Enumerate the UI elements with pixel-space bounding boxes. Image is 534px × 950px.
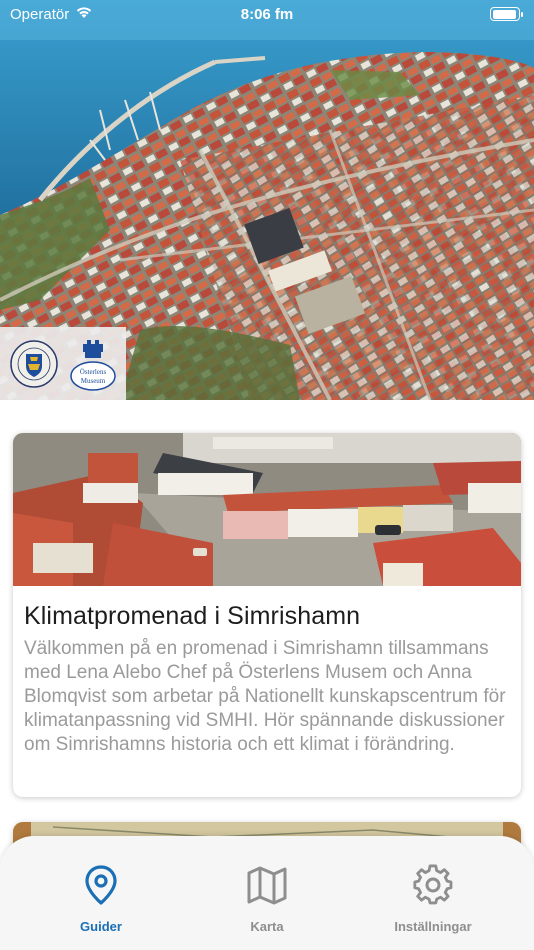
- guide-card-body: Klimatpromenad i Simrishamn Välkommen på…: [13, 586, 521, 757]
- simrishamn-seal-logo: [8, 334, 60, 394]
- guide-card-description: Välkommen på en promenad i Simrishamn ti…: [24, 638, 506, 755]
- tab-karta-label: Karta: [250, 919, 284, 934]
- wifi-icon: [75, 5, 93, 23]
- svg-text:Museum: Museum: [80, 377, 105, 385]
- svg-text:Österlens: Österlens: [79, 368, 106, 376]
- status-bar: Operatör 8:06 fm: [0, 0, 534, 28]
- status-left: Operatör: [10, 5, 93, 23]
- gear-icon: [412, 864, 454, 911]
- tab-karta[interactable]: Karta: [202, 864, 332, 950]
- tab-installningar-label: Inställningar: [394, 919, 472, 934]
- tab-bar: Guider Karta Inställningar: [0, 836, 534, 950]
- guide-card-image: [13, 433, 521, 586]
- osterlens-museum-logo: Österlens Museum: [67, 334, 119, 394]
- carrier-label: Operatör: [10, 5, 70, 23]
- location-pin-icon: [83, 864, 119, 911]
- battery-icon: [490, 7, 523, 21]
- tab-guider-label: Guider: [80, 919, 122, 934]
- guide-card-title: Klimatpromenad i Simrishamn: [24, 602, 361, 630]
- tab-installningar[interactable]: Inställningar: [368, 864, 498, 950]
- map-icon: [246, 864, 288, 911]
- battery-level: [492, 9, 517, 19]
- guide-card[interactable]: Klimatpromenad i Simrishamn Välkommen på…: [13, 433, 521, 797]
- logo-area: Österlens Museum: [0, 327, 126, 400]
- tab-guider[interactable]: Guider: [36, 864, 166, 950]
